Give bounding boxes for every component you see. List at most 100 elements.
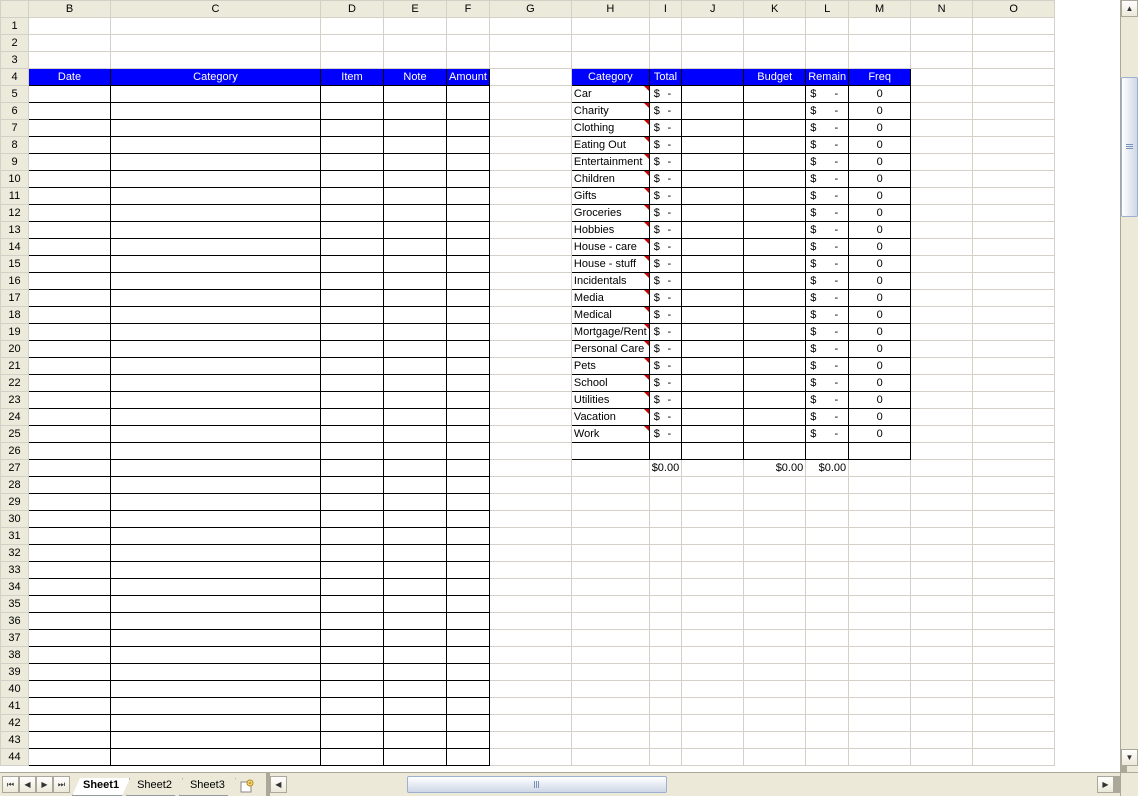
cell-F10[interactable]	[447, 171, 490, 188]
cell-E42[interactable]	[384, 715, 447, 732]
row-header-5[interactable]: 5	[1, 86, 29, 103]
cell-H33[interactable]	[571, 562, 649, 579]
cell-F33[interactable]	[447, 562, 490, 579]
cell-I40[interactable]	[649, 681, 682, 698]
cell-O39[interactable]	[973, 664, 1055, 681]
cell-C4[interactable]: Category	[111, 69, 321, 86]
cell-E8[interactable]	[384, 137, 447, 154]
cell-K28[interactable]	[744, 477, 806, 494]
cell-N16[interactable]	[911, 273, 973, 290]
cell-K7[interactable]	[744, 120, 806, 137]
cell-C18[interactable]	[111, 307, 321, 324]
row-header-30[interactable]: 30	[1, 511, 29, 528]
cell-N15[interactable]	[911, 256, 973, 273]
cell-I28[interactable]	[649, 477, 682, 494]
cell-M8[interactable]: 0	[849, 137, 911, 154]
cell-B36[interactable]	[29, 613, 111, 630]
cell-E19[interactable]	[384, 324, 447, 341]
cell-O18[interactable]	[973, 307, 1055, 324]
cell-C42[interactable]	[111, 715, 321, 732]
cell-M23[interactable]: 0	[849, 392, 911, 409]
cell-M19[interactable]: 0	[849, 324, 911, 341]
cell-L13[interactable]: $-	[806, 222, 849, 239]
cell-K29[interactable]	[744, 494, 806, 511]
cell-L6[interactable]: $-	[806, 103, 849, 120]
cell-E37[interactable]	[384, 630, 447, 647]
cell-I9[interactable]: $-	[649, 154, 682, 171]
cell-G43[interactable]	[489, 732, 571, 749]
cell-N12[interactable]	[911, 205, 973, 222]
tab-last-button[interactable]: ⏭	[53, 776, 70, 793]
cell-K38[interactable]	[744, 647, 806, 664]
cell-H22[interactable]: School	[571, 375, 649, 392]
cell-M5[interactable]: 0	[849, 86, 911, 103]
cell-N29[interactable]	[911, 494, 973, 511]
cell-K5[interactable]	[744, 86, 806, 103]
cell-L35[interactable]	[806, 596, 849, 613]
cell-H35[interactable]	[571, 596, 649, 613]
cell-I34[interactable]	[649, 579, 682, 596]
cell-I16[interactable]: $-	[649, 273, 682, 290]
col-header-I[interactable]: I	[649, 1, 682, 18]
col-header-C[interactable]: C	[111, 1, 321, 18]
cell-J18[interactable]	[682, 307, 744, 324]
cell-J32[interactable]	[682, 545, 744, 562]
cell-I30[interactable]	[649, 511, 682, 528]
cell-H2[interactable]	[571, 35, 649, 52]
col-header-H[interactable]: H	[571, 1, 649, 18]
cell-J25[interactable]	[682, 426, 744, 443]
cell-D23[interactable]	[321, 392, 384, 409]
row-header-21[interactable]: 21	[1, 358, 29, 375]
cell-L5[interactable]: $-	[806, 86, 849, 103]
cell-I29[interactable]	[649, 494, 682, 511]
cell-H24[interactable]: Vacation	[571, 409, 649, 426]
cell-L33[interactable]	[806, 562, 849, 579]
cell-D2[interactable]	[321, 35, 384, 52]
cell-K36[interactable]	[744, 613, 806, 630]
row-header-38[interactable]: 38	[1, 647, 29, 664]
row-header-2[interactable]: 2	[1, 35, 29, 52]
cell-F43[interactable]	[447, 732, 490, 749]
cell-H18[interactable]: Medical	[571, 307, 649, 324]
cell-F42[interactable]	[447, 715, 490, 732]
cell-J43[interactable]	[682, 732, 744, 749]
cell-O42[interactable]	[973, 715, 1055, 732]
cell-I2[interactable]	[649, 35, 682, 52]
cell-I13[interactable]: $-	[649, 222, 682, 239]
row-header-10[interactable]: 10	[1, 171, 29, 188]
cell-B39[interactable]	[29, 664, 111, 681]
cell-N22[interactable]	[911, 375, 973, 392]
cell-H6[interactable]: Charity	[571, 103, 649, 120]
cell-M10[interactable]: 0	[849, 171, 911, 188]
cell-J22[interactable]	[682, 375, 744, 392]
cell-O24[interactable]	[973, 409, 1055, 426]
cell-I37[interactable]	[649, 630, 682, 647]
cell-E41[interactable]	[384, 698, 447, 715]
cell-N32[interactable]	[911, 545, 973, 562]
cell-O5[interactable]	[973, 86, 1055, 103]
cell-E21[interactable]	[384, 358, 447, 375]
cell-L9[interactable]: $-	[806, 154, 849, 171]
select-all-corner[interactable]	[1, 1, 29, 18]
cell-B34[interactable]	[29, 579, 111, 596]
cell-D18[interactable]	[321, 307, 384, 324]
cell-M15[interactable]: 0	[849, 256, 911, 273]
cell-L4[interactable]: Remain	[806, 69, 849, 86]
cell-I6[interactable]: $-	[649, 103, 682, 120]
cell-O33[interactable]	[973, 562, 1055, 579]
cell-M3[interactable]	[849, 52, 911, 69]
cell-I8[interactable]: $-	[649, 137, 682, 154]
cell-M11[interactable]: 0	[849, 188, 911, 205]
cell-F7[interactable]	[447, 120, 490, 137]
cell-C6[interactable]	[111, 103, 321, 120]
cell-K21[interactable]	[744, 358, 806, 375]
cell-H10[interactable]: Children	[571, 171, 649, 188]
cell-D14[interactable]	[321, 239, 384, 256]
cell-O12[interactable]	[973, 205, 1055, 222]
row-header-41[interactable]: 41	[1, 698, 29, 715]
cell-G22[interactable]	[489, 375, 571, 392]
cell-D22[interactable]	[321, 375, 384, 392]
cell-J33[interactable]	[682, 562, 744, 579]
cell-L34[interactable]	[806, 579, 849, 596]
cell-B19[interactable]	[29, 324, 111, 341]
